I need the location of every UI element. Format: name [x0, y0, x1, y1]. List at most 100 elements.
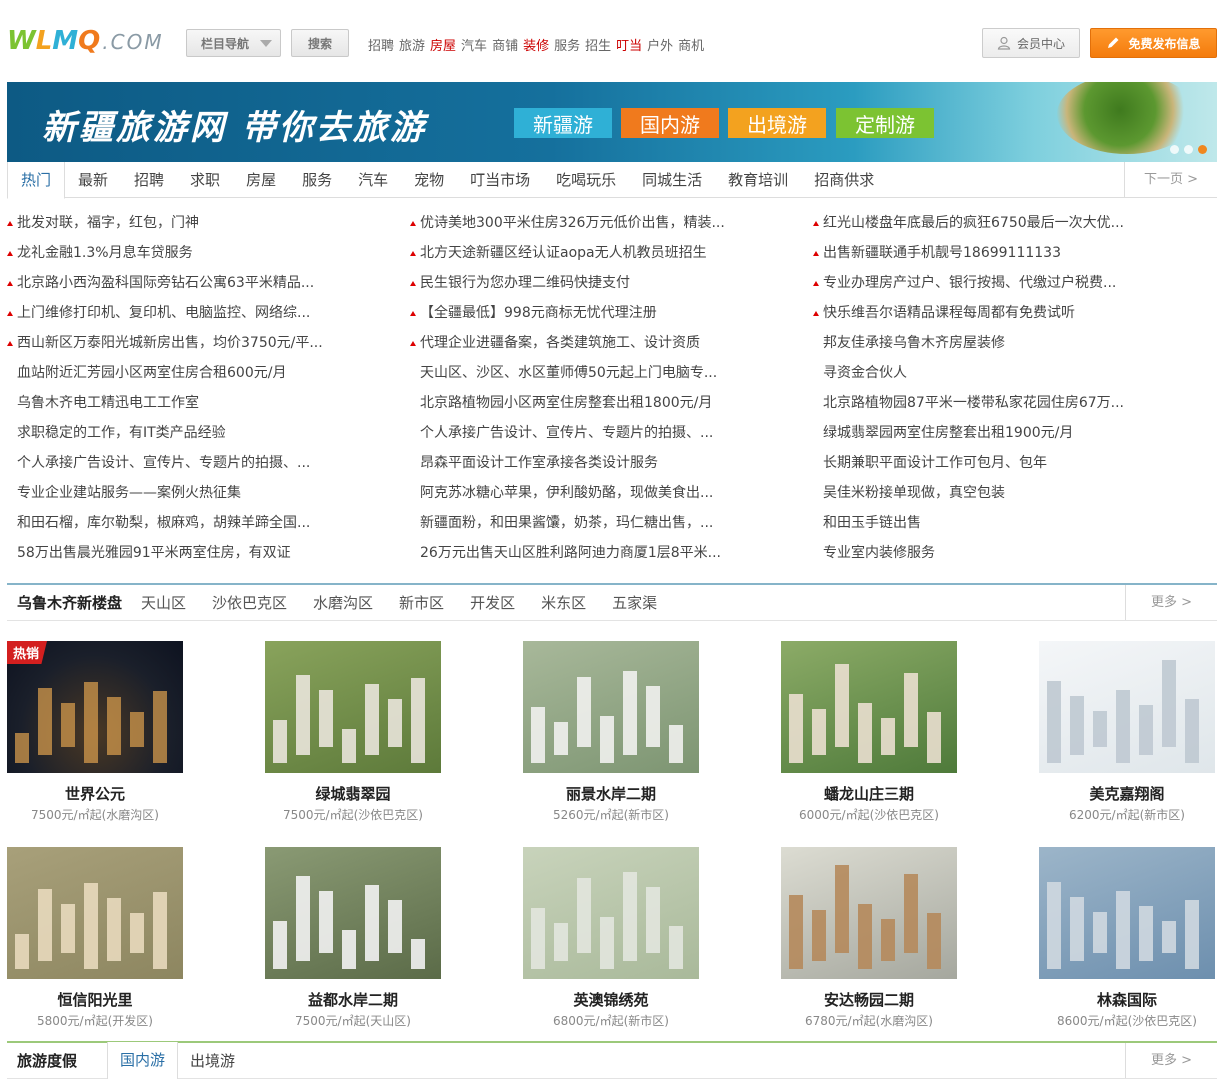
listing-text[interactable]: 【全疆最低】998元商标无忧代理注册: [420, 305, 657, 321]
property-name[interactable]: 恒信阳光里: [7, 990, 183, 1010]
banner-tag-domestic[interactable]: 国内游: [621, 108, 719, 138]
property-card[interactable]: 绿城翡翠园 7500元/㎡起(沙依巴克区): [265, 641, 441, 823]
property-card[interactable]: 恒信阳光里 5800元/㎡起(开发区): [7, 847, 183, 1029]
property-name[interactable]: 英澳锦绣苑: [523, 990, 699, 1010]
property-name[interactable]: 丽景水岸二期: [523, 784, 699, 804]
column-nav-dropdown[interactable]: 栏目导航: [186, 29, 281, 57]
listing-text[interactable]: 长期兼职平面设计工作可包月、包年: [823, 455, 1047, 471]
travel-more-link[interactable]: 更多 >: [1125, 1043, 1217, 1078]
search-button[interactable]: 搜索: [291, 29, 349, 57]
category-tab[interactable]: 吃喝玩乐: [543, 162, 629, 198]
property-name[interactable]: 益都水岸二期: [265, 990, 441, 1010]
listing-text[interactable]: 新疆面粉，和田果酱馕，奶茶，玛仁糖出售，...: [420, 515, 713, 531]
category-tab[interactable]: 招聘: [121, 162, 177, 198]
category-tab[interactable]: 汽车: [345, 162, 401, 198]
property-card[interactable]: 英澳锦绣苑 6800元/㎡起(新市区): [523, 847, 699, 1029]
listing-text[interactable]: 专业企业建站服务——案例火热征集: [17, 485, 241, 501]
listing-text[interactable]: 乌鲁木齐电工精迅电工工作室: [17, 395, 199, 411]
property-name[interactable]: 蟠龙山庄三期: [781, 784, 957, 804]
listing-item[interactable]: 专业办理房产过户、银行按揭、代缴过户税费...: [813, 268, 1217, 298]
listing-text[interactable]: 民生银行为您办理二维码快捷支付: [420, 275, 630, 291]
district-link[interactable]: 沙依巴克区: [212, 592, 287, 613]
district-link[interactable]: 米东区: [541, 592, 586, 613]
listing-text[interactable]: 北方天途新疆区经认证aopa无人机教员班招生: [420, 245, 707, 261]
category-tab[interactable]: 服务: [289, 162, 345, 198]
district-link[interactable]: 五家渠: [612, 592, 657, 613]
quick-link[interactable]: 招生: [585, 35, 611, 54]
category-tab[interactable]: 宠物: [401, 162, 457, 198]
listing-item[interactable]: 邦友佳承接乌鲁木齐房屋装修: [813, 328, 1217, 358]
property-card[interactable]: 林森国际 8600元/㎡起(沙依巴克区): [1039, 847, 1215, 1029]
listing-item[interactable]: 58万出售晨光雅园91平米两室住房，有双证: [7, 538, 410, 568]
listing-item[interactable]: 批发对联，福字，红包，门神: [7, 208, 410, 238]
property-name[interactable]: 世界公元: [7, 784, 183, 804]
listing-text[interactable]: 专业办理房产过户、银行按揭、代缴过户税费...: [823, 275, 1116, 291]
listing-item[interactable]: 北方天途新疆区经认证aopa无人机教员班招生: [410, 238, 813, 268]
next-page-link[interactable]: 下一页 >: [1124, 162, 1217, 198]
listing-item[interactable]: 乌鲁木齐电工精迅电工工作室: [7, 388, 410, 418]
category-tab[interactable]: 求职: [177, 162, 233, 198]
property-image[interactable]: [7, 847, 183, 979]
listing-text[interactable]: 和田玉手链出售: [823, 515, 921, 531]
banner-tag-custom[interactable]: 定制游: [836, 108, 934, 138]
category-tab[interactable]: 最新: [65, 162, 121, 198]
carousel-dot[interactable]: [1184, 145, 1193, 154]
listing-item[interactable]: 昂森平面设计工作室承接各类设计服务: [410, 448, 813, 478]
quick-link[interactable]: 户外: [647, 35, 673, 54]
listing-text[interactable]: 龙礼金融1.3%月息车贷服务: [17, 245, 193, 261]
listing-text[interactable]: 专业室内装修服务: [823, 545, 935, 561]
listing-item[interactable]: 【全疆最低】998元商标无忧代理注册: [410, 298, 813, 328]
listing-text[interactable]: 个人承接广告设计、宣传片、专题片的拍摄、...: [17, 455, 310, 471]
listing-item[interactable]: 阿克苏冰糖心苹果，伊利酸奶酪，现做美食出...: [410, 478, 813, 508]
property-image[interactable]: [781, 641, 957, 773]
listing-text[interactable]: 26万元出售天山区胜利路阿迪力商厦1层8平米...: [420, 545, 721, 561]
listing-text[interactable]: 58万出售晨光雅园91平米两室住房，有双证: [17, 545, 291, 561]
property-image[interactable]: [265, 641, 441, 773]
listing-text[interactable]: 邦友佳承接乌鲁木齐房屋装修: [823, 335, 1005, 351]
property-card[interactable]: 益都水岸二期 7500元/㎡起(天山区): [265, 847, 441, 1029]
listing-text[interactable]: 天山区、沙区、水区董师傅50元起上门电脑专...: [420, 365, 717, 381]
listing-item[interactable]: 北京路小西沟盈科国际旁钻石公寓63平米精品...: [7, 268, 410, 298]
district-link[interactable]: 水磨沟区: [313, 592, 373, 613]
property-image[interactable]: [265, 847, 441, 979]
property-image[interactable]: [781, 847, 957, 979]
listing-item[interactable]: 和田石榴，库尔勒梨，椒麻鸡，胡辣羊蹄全国...: [7, 508, 410, 538]
property-image[interactable]: 热销: [7, 641, 183, 773]
listing-item[interactable]: 北京路植物园87平米一楼带私家花园住房67万...: [813, 388, 1217, 418]
listing-item[interactable]: 26万元出售天山区胜利路阿迪力商厦1层8平米...: [410, 538, 813, 568]
listing-text[interactable]: 血站附近汇芳园小区两室住房合租600元/月: [17, 365, 286, 381]
member-center-button[interactable]: 会员中心: [982, 28, 1080, 58]
carousel-dot[interactable]: [1170, 145, 1179, 154]
travel-banner[interactable]: 新疆旅游网 带你去旅游 新疆游 国内游 出境游 定制游: [7, 82, 1217, 162]
listing-item[interactable]: 龙礼金融1.3%月息车贷服务: [7, 238, 410, 268]
listing-text[interactable]: 求职稳定的工作，有IT类产品经验: [17, 425, 226, 441]
listing-text[interactable]: 优诗美地300平米住房326万元低价出售，精装...: [420, 215, 725, 231]
listing-text[interactable]: 西山新区万泰阳光城新房出售，均价3750元/平...: [17, 335, 323, 351]
property-name[interactable]: 安达畅园二期: [781, 990, 957, 1010]
listing-text[interactable]: 快乐维吾尔语精品课程每周都有免费试听: [823, 305, 1075, 321]
listing-text[interactable]: 寻资金合伙人: [823, 365, 907, 381]
banner-tag-xinjiang[interactable]: 新疆游: [514, 108, 612, 138]
listing-item[interactable]: 求职稳定的工作，有IT类产品经验: [7, 418, 410, 448]
carousel-dot-active[interactable]: [1198, 145, 1207, 154]
listing-item[interactable]: 长期兼职平面设计工作可包月、包年: [813, 448, 1217, 478]
listing-item[interactable]: 新疆面粉，和田果酱馕，奶茶，玛仁糖出售，...: [410, 508, 813, 538]
listing-text[interactable]: 昂森平面设计工作室承接各类设计服务: [420, 455, 658, 471]
property-name[interactable]: 绿城翡翠园: [265, 784, 441, 804]
category-tab[interactable]: 同城生活: [629, 162, 715, 198]
tab-domestic[interactable]: 国内游: [107, 1042, 179, 1079]
listing-item[interactable]: 绿城翡翠园两室住房整套出租1900元/月: [813, 418, 1217, 448]
district-link[interactable]: 天山区: [141, 592, 186, 613]
property-name[interactable]: 美克嘉翔阁: [1039, 784, 1215, 804]
realestate-more-link[interactable]: 更多 >: [1125, 585, 1217, 620]
listing-item[interactable]: 专业企业建站服务——案例火热征集: [7, 478, 410, 508]
property-image[interactable]: [523, 847, 699, 979]
listing-text[interactable]: 北京路植物园小区两室住房整套出租1800元/月: [420, 395, 712, 411]
property-card[interactable]: 安达畅园二期 6780元/㎡起(水磨沟区): [781, 847, 957, 1029]
quick-link[interactable]: 商铺: [492, 35, 518, 54]
property-card[interactable]: 热销 世界公元 7500元/㎡起(水磨沟区): [7, 641, 183, 823]
property-image[interactable]: [1039, 641, 1215, 773]
listing-item[interactable]: 寻资金合伙人: [813, 358, 1217, 388]
property-card[interactable]: 丽景水岸二期 5260元/㎡起(新市区): [523, 641, 699, 823]
category-tab[interactable]: 教育培训: [715, 162, 801, 198]
